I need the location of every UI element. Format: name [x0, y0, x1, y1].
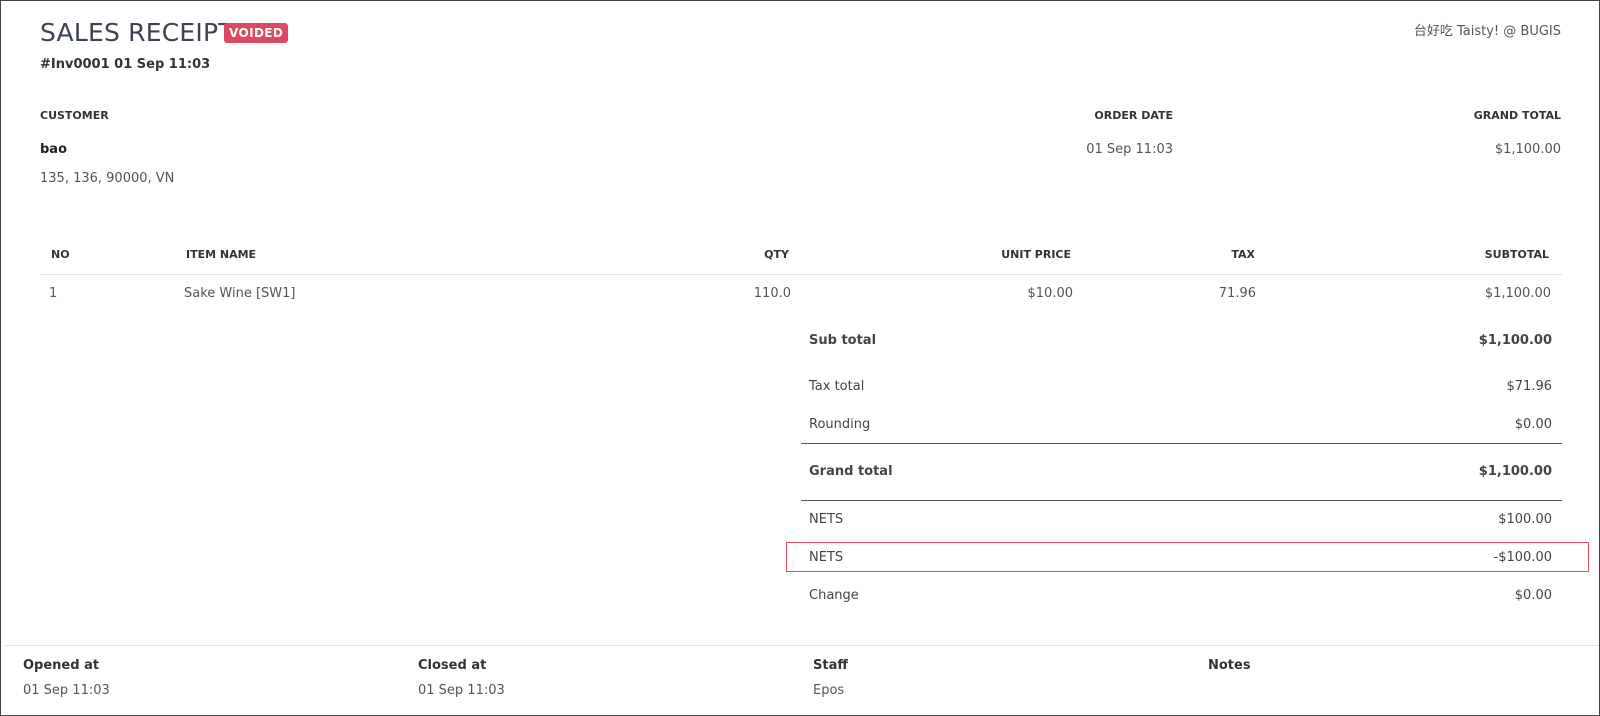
receipt-page: SALES RECEIPT VOIDED #Inv0001 01 Sep 11:…: [0, 0, 1600, 716]
grand-total-summary-label: Grand total: [809, 464, 893, 479]
status-badge: VOIDED: [224, 23, 289, 43]
page-title: SALES RECEIPT: [40, 18, 234, 47]
row-subtotal: $1,100.00: [1484, 286, 1551, 301]
payment-amount: $100.00: [1498, 512, 1552, 527]
col-header-item-name: ITEM NAME: [186, 248, 257, 261]
notes-label: Notes: [1208, 658, 1251, 673]
table-header-divider: [40, 274, 1562, 275]
tax-total-value: $71.96: [1506, 379, 1553, 394]
row-qty: 110.0: [753, 286, 791, 301]
closed-at-label: Closed at: [418, 658, 487, 673]
tax-total-label: Tax total: [809, 379, 865, 394]
payment-label: NETS: [809, 550, 844, 565]
row-no: 1: [49, 286, 58, 301]
change-label: Change: [809, 588, 859, 603]
highlighted-payment-row: [786, 542, 1589, 572]
col-header-unit-price: UNIT PRICE: [1001, 248, 1071, 261]
customer-name: bao: [40, 142, 68, 157]
footer-divider: [5, 645, 1599, 646]
change-value: $0.00: [1514, 588, 1552, 603]
order-date-label: ORDER DATE: [1094, 109, 1173, 122]
rounding-value: $0.00: [1514, 417, 1552, 432]
sub-total-value: $1,100.00: [1478, 333, 1552, 348]
closed-at-value: 01 Sep 11:03: [418, 683, 505, 698]
order-date-value: 01 Sep 11:03: [1086, 142, 1173, 157]
rounding-label: Rounding: [809, 417, 871, 432]
col-header-no: NO: [51, 248, 70, 261]
summary-divider-top: [801, 443, 1562, 444]
row-tax: 71.96: [1218, 286, 1256, 301]
store-name: 台好吃 Taisty! @ BUGIS: [1413, 24, 1561, 39]
staff-value: Epos: [813, 683, 845, 698]
grand-total-label: GRAND TOTAL: [1473, 109, 1561, 122]
payment-amount: -$100.00: [1493, 550, 1552, 565]
staff-label: Staff: [813, 658, 848, 673]
col-header-qty: QTY: [764, 248, 789, 261]
summary-divider-bottom: [801, 500, 1562, 501]
row-item-name: Sake Wine [SW1]: [184, 286, 296, 301]
customer-label: CUSTOMER: [40, 109, 109, 122]
grand-total-summary-value: $1,100.00: [1478, 464, 1552, 479]
grand-total-value: $1,100.00: [1494, 142, 1561, 157]
customer-address: 135, 136, 90000, VN: [40, 171, 175, 186]
invoice-number: #Inv0001 01 Sep 11:03: [40, 57, 211, 72]
opened-at-value: 01 Sep 11:03: [23, 683, 110, 698]
sub-total-label: Sub total: [809, 333, 877, 348]
col-header-tax: TAX: [1231, 248, 1255, 261]
payment-label: NETS: [809, 512, 844, 527]
opened-at-label: Opened at: [23, 658, 100, 673]
row-unit-price: $10.00: [1027, 286, 1074, 301]
col-header-subtotal: SUBTOTAL: [1484, 248, 1549, 261]
